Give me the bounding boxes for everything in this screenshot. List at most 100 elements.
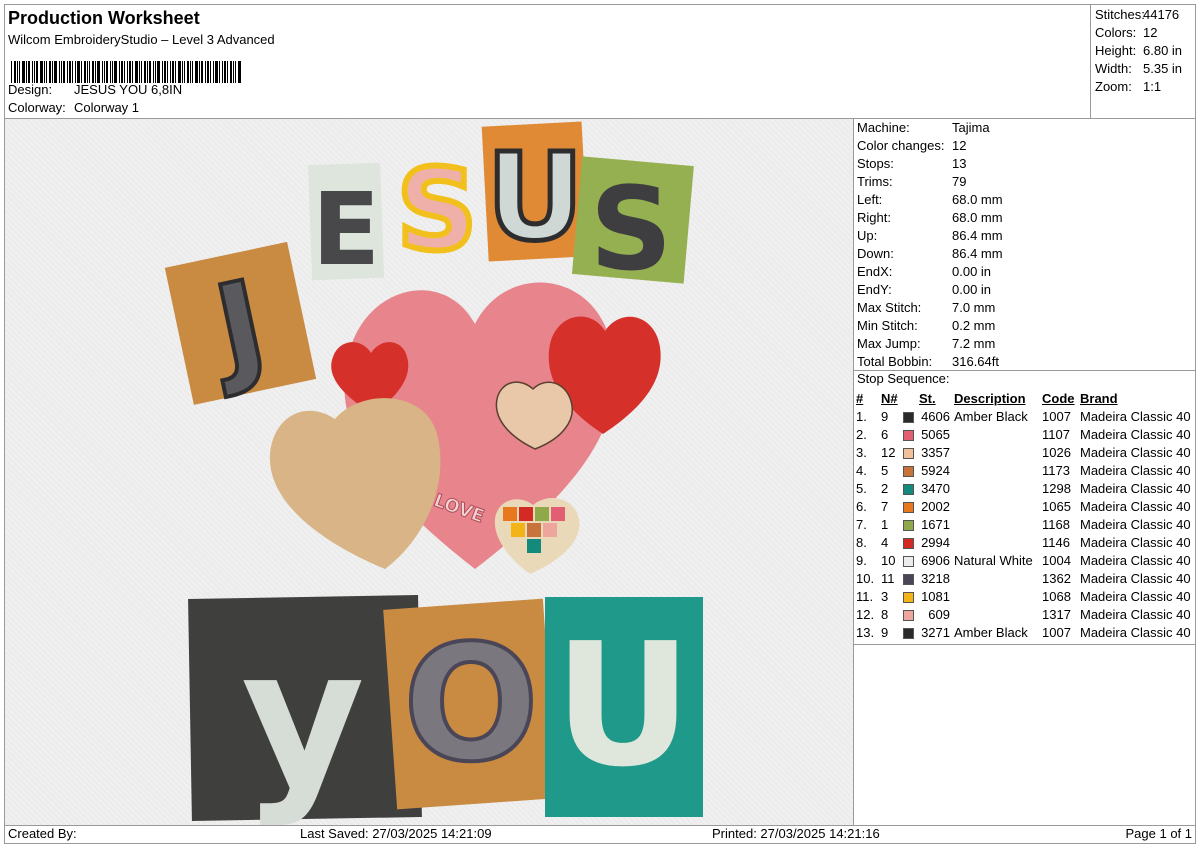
thread-brand: Madeira Classic 40: [1080, 462, 1191, 478]
needle-number: 12: [881, 444, 896, 460]
thread-code: 1362: [1042, 570, 1071, 586]
stats-panel: Stitches: 44176 Colors: 12 Height: 6.80 in …: [1090, 5, 1196, 118]
design-value: JESUS YOU 6,8IN: [74, 82, 183, 97]
stat-value: 1:1: [1143, 79, 1162, 94]
machine-label: EndY:: [857, 282, 892, 297]
stop-index: 6.: [856, 498, 867, 514]
created-by: Created By:: [8, 826, 77, 841]
color-swatch: [903, 605, 919, 623]
needle-number: 7: [881, 498, 889, 514]
thread-color-swatch: [903, 483, 914, 495]
letter-o: O: [403, 610, 539, 797]
thread-brand: Madeira Classic 40: [1080, 444, 1191, 460]
page-number: Page 1 of 1: [1125, 826, 1193, 841]
stitch-count: 3357: [921, 444, 950, 460]
machine-value: 0.00 in: [952, 282, 992, 297]
embroidery-design-image: J E S U S LOVE y O U: [164, 121, 703, 825]
stop-index: 8.: [856, 534, 867, 550]
machine-value: 7.2 mm: [952, 336, 996, 351]
machine-label: Machine:: [857, 120, 910, 135]
machine-row: Right: 68.0 mm: [857, 209, 1195, 227]
stop-index: 4.: [856, 462, 867, 478]
stat-label: Zoom:: [1095, 79, 1132, 94]
design-label: Design:: [8, 82, 53, 97]
needle-number: 1: [881, 516, 889, 532]
thread-color-swatch: [903, 537, 914, 549]
color-swatch: [903, 515, 919, 533]
needle-number: 9: [881, 408, 889, 424]
stat-label: Stitches:: [1095, 7, 1145, 22]
thread-code: 1007: [1042, 408, 1071, 424]
machine-label: Down:: [857, 246, 894, 261]
stitch-count: 2994: [921, 534, 950, 550]
thread-description: [954, 569, 1042, 587]
thread-code: 1317: [1042, 606, 1071, 622]
thread-brand: Madeira Classic 40: [1080, 624, 1191, 640]
table-row: 3. 12 3357 1026 Madeira Classic 40: [856, 443, 1195, 461]
thread-color-swatch: [903, 609, 914, 621]
thread-code: 1146: [1042, 534, 1070, 550]
thread-color-swatch: [903, 519, 914, 531]
table-row: 1. 9 4606 Amber Black 1007 Madeira Classic 40: [856, 407, 1195, 425]
thread-color-swatch: [903, 591, 914, 603]
stat-label: Height:: [1095, 43, 1137, 58]
thread-color-swatch: [903, 429, 914, 441]
needle-number: 10: [881, 552, 896, 568]
machine-label: Right:: [857, 210, 891, 225]
thread-color-swatch: [903, 447, 914, 459]
thread-color-swatch: [903, 573, 914, 585]
letter-y: y: [241, 608, 365, 825]
stop-index: 9.: [856, 552, 867, 568]
thread-brand: Madeira Classic 40: [1080, 408, 1191, 424]
stop-sequence-title: Stop Sequence:: [857, 371, 950, 386]
thread-description: [954, 497, 1042, 515]
machine-value: 12: [952, 138, 967, 153]
needle-number: 8: [881, 606, 889, 622]
color-swatch: [903, 461, 919, 479]
machine-value: 7.0 mm: [952, 300, 996, 315]
color-swatch: [903, 479, 919, 497]
thread-color-swatch: [903, 627, 914, 639]
table-row: 9. 10 6906 Natural White 1004 Madeira Classic…: [856, 551, 1195, 569]
stat-row: Stitches: 44176: [1095, 7, 1196, 25]
color-swatch: [903, 497, 919, 515]
color-swatch: [903, 407, 919, 425]
thread-code: 1065: [1042, 498, 1071, 514]
stat-row: Zoom: 1:1: [1095, 79, 1196, 97]
machine-label: Max Jump:: [857, 336, 921, 351]
page-title: Production Worksheet: [8, 8, 200, 28]
design-row: Design: JESUS YOU 6,8IN: [8, 82, 182, 97]
machine-row: Left: 68.0 mm: [857, 191, 1195, 209]
letter-e: E: [312, 171, 380, 288]
machine-value: 0.2 mm: [952, 318, 996, 333]
worksheet-header: Production Worksheet Wilcom EmbroiderySt…: [5, 5, 1090, 118]
thread-code: 1004: [1042, 552, 1071, 568]
stop-index: 1.: [856, 408, 867, 424]
thread-code: 1173: [1042, 462, 1070, 478]
divider: [853, 644, 1196, 645]
col-header: St.: [919, 390, 936, 406]
stop-sequence-table: # N# St. Description Code Brand 1. 9 4606 A…: [856, 389, 1195, 641]
table-row: 8. 4 2994 1146 Madeira Classic 40: [856, 533, 1195, 551]
stop-index: 12.: [856, 606, 875, 622]
needle-number: 3: [881, 588, 889, 604]
machine-label: Up:: [857, 228, 878, 243]
stop-index: 2.: [856, 426, 867, 442]
stitch-count: 3271: [921, 624, 950, 640]
machine-value: 79: [952, 174, 967, 189]
col-header: [903, 389, 919, 407]
table-row: 13. 9 3271 Amber Black 1007 Madeira Classic 4…: [856, 623, 1195, 641]
stat-value: 6.80 in: [1143, 43, 1183, 58]
stop-index: 7.: [856, 516, 867, 532]
stitch-count: 4606: [921, 408, 950, 424]
stitch-count: 6906: [921, 552, 950, 568]
table-row: 2. 6 5065 1107 Madeira Classic 40: [856, 425, 1195, 443]
needle-number: 11: [881, 570, 895, 586]
worksheet-footer: Created By: Last Saved: 27/03/2025 14:21…: [5, 826, 1196, 844]
thread-color-swatch: [903, 411, 914, 423]
needle-number: 6: [881, 426, 889, 442]
thread-description: [954, 587, 1042, 605]
thread-description: Amber Black: [954, 624, 1028, 640]
thread-description: [954, 479, 1042, 497]
table-row: 12. 8 609 1317 Madeira Classic 40: [856, 605, 1195, 623]
